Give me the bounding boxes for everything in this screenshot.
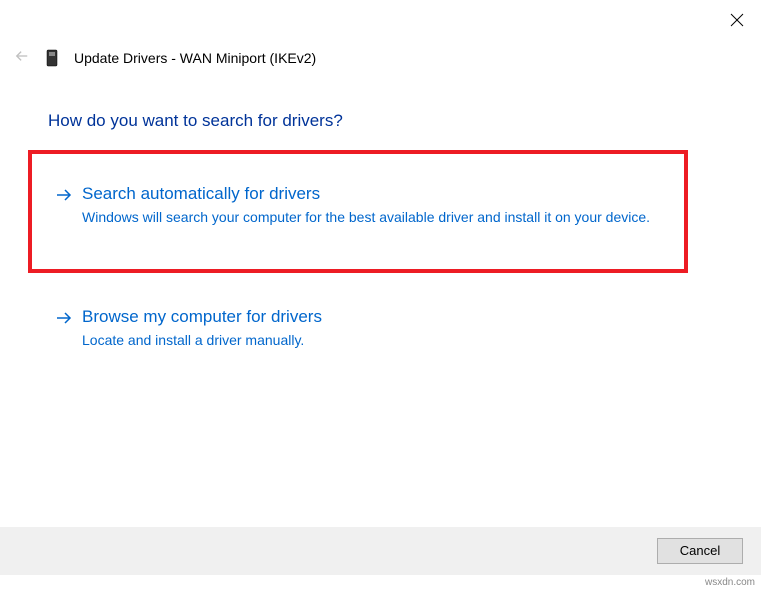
- cancel-button[interactable]: Cancel: [657, 538, 743, 564]
- option-title: Search automatically for drivers: [82, 184, 660, 204]
- dialog-title: Update Drivers - WAN Miniport (IKEv2): [74, 50, 316, 66]
- dialog-footer: Cancel: [0, 527, 761, 575]
- option-title: Browse my computer for drivers: [82, 307, 660, 327]
- device-icon: [44, 48, 60, 68]
- option-description: Windows will search your computer for th…: [82, 208, 660, 227]
- back-button[interactable]: [14, 50, 30, 66]
- close-icon: [729, 15, 745, 32]
- arrow-right-icon: [56, 188, 72, 206]
- arrow-right-icon: [56, 311, 72, 329]
- back-arrow-icon: [15, 49, 29, 68]
- option-browse-computer[interactable]: Browse my computer for drivers Locate an…: [28, 281, 688, 378]
- option-search-automatically[interactable]: Search automatically for drivers Windows…: [28, 150, 688, 273]
- watermark: wsxdn.com: [705, 577, 755, 588]
- option-description: Locate and install a driver manually.: [82, 331, 660, 350]
- options-container: Search automatically for drivers Windows…: [28, 150, 688, 378]
- close-button[interactable]: [729, 12, 745, 28]
- page-heading: How do you want to search for drivers?: [48, 111, 343, 131]
- dialog-header: Update Drivers - WAN Miniport (IKEv2): [14, 48, 316, 68]
